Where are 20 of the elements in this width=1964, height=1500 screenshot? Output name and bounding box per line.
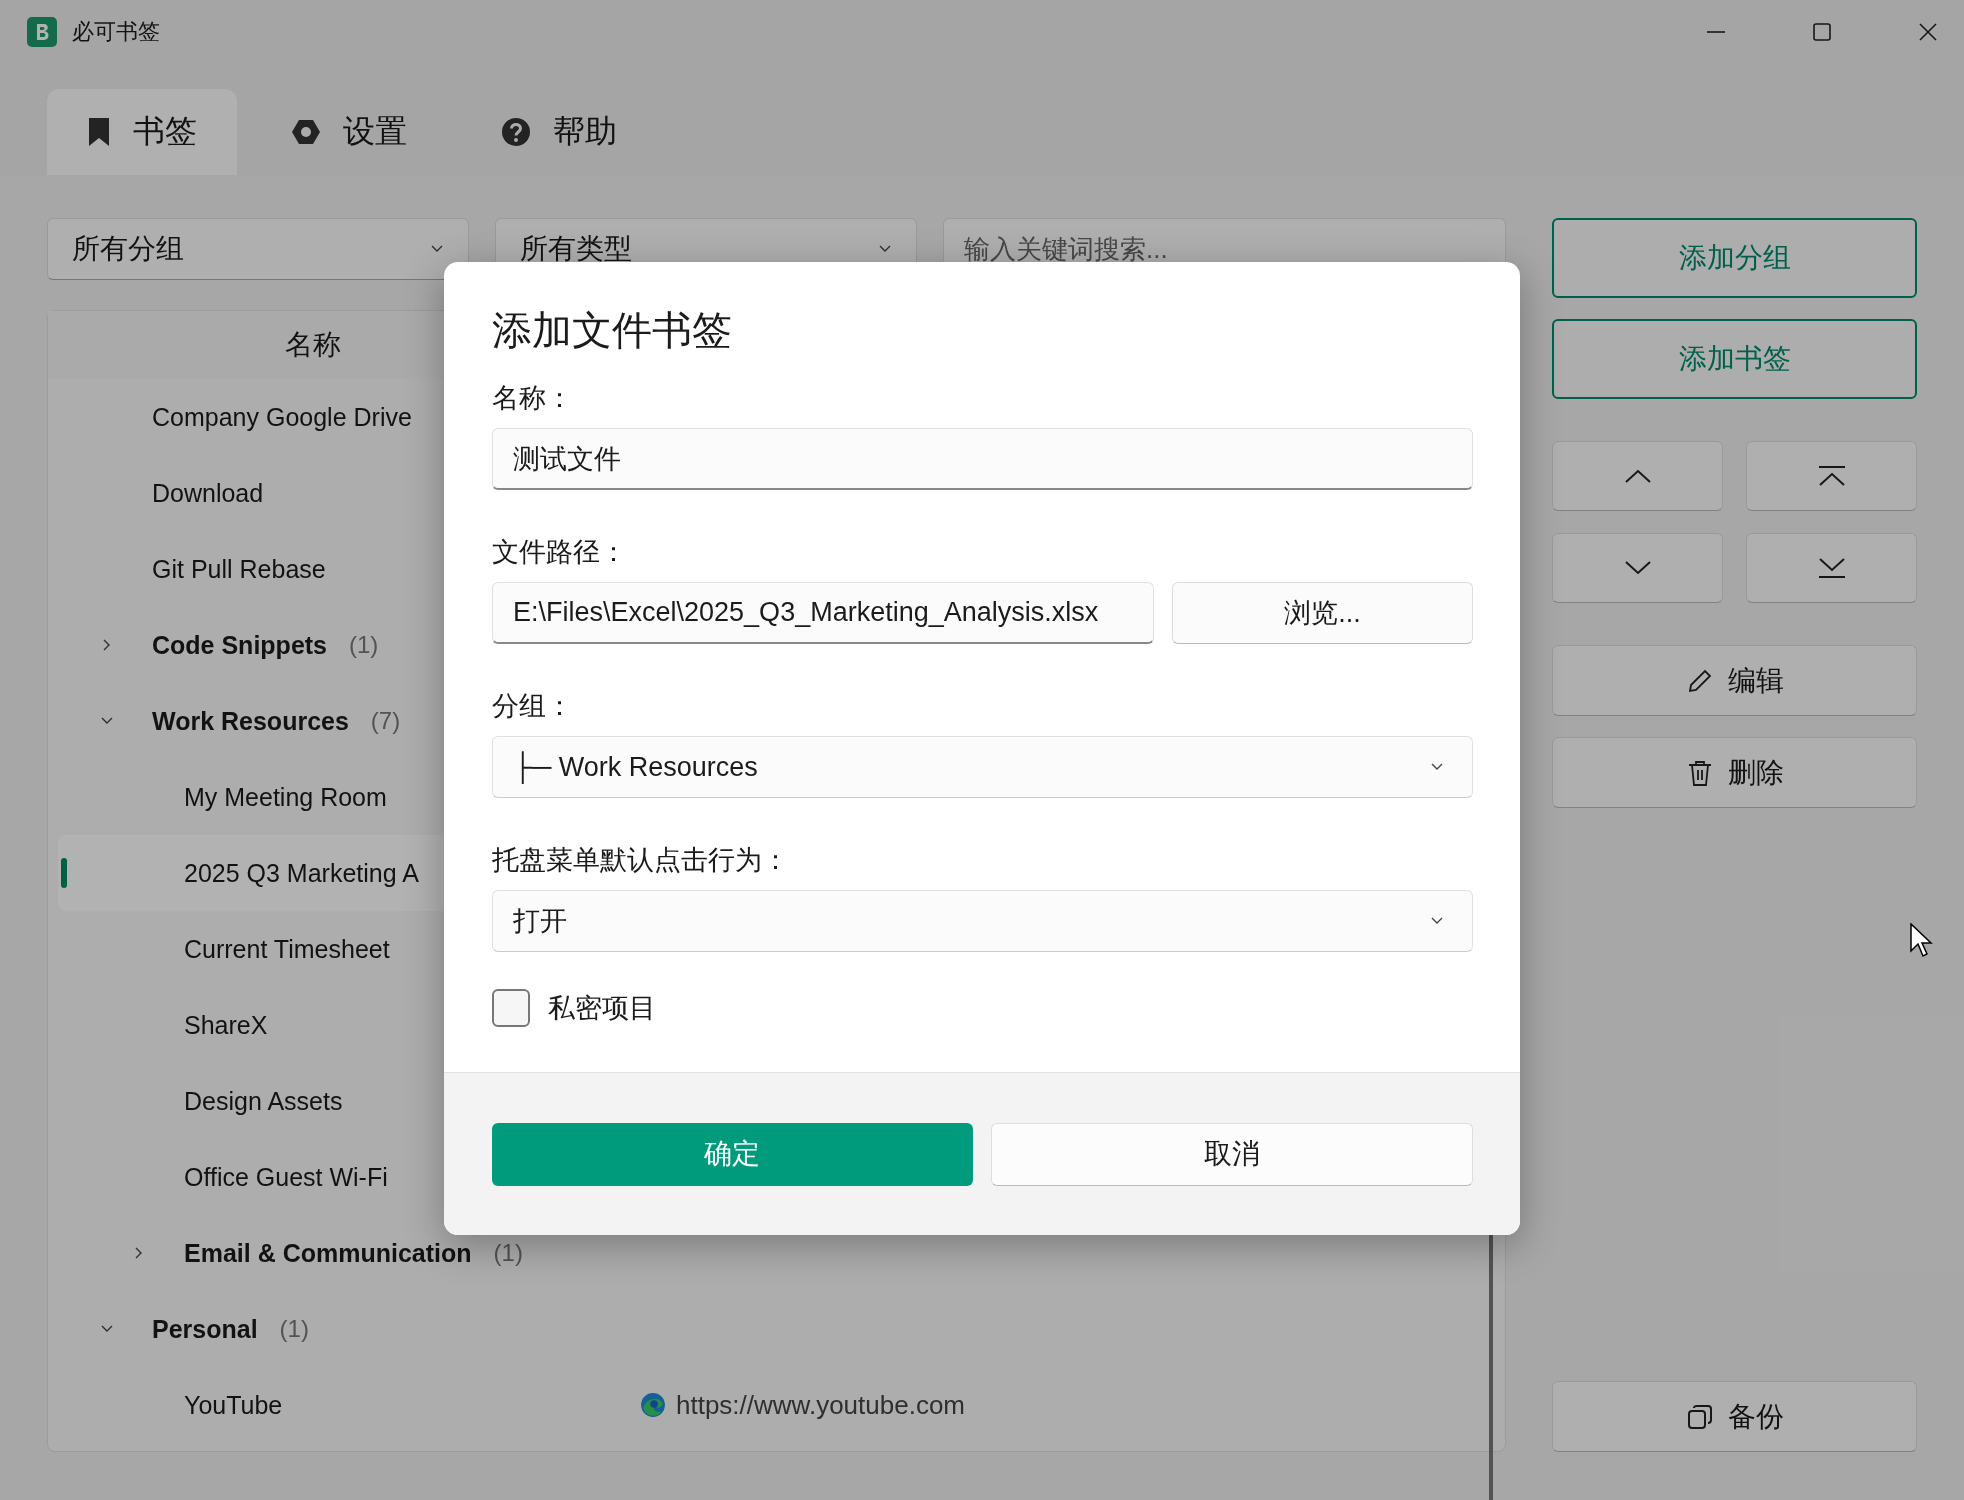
group-name: Code Snippets	[152, 630, 327, 660]
item-count: (7)	[370, 707, 401, 735]
bookmark-name: YouTube	[184, 1390, 283, 1420]
window-title: 必可书签	[72, 18, 160, 46]
field-label: 文件路径：	[492, 536, 628, 569]
checkbox-label: 私密项目	[548, 992, 656, 1025]
group-name: Personal	[152, 1314, 258, 1344]
item-count: (1)	[493, 1239, 523, 1267]
field-label: 分组：	[492, 690, 574, 723]
column-header: 名称	[285, 328, 341, 362]
field-label: 名称：	[492, 382, 574, 415]
dialog-title: 添加文件书签	[492, 310, 733, 350]
item-count: (1)	[349, 631, 379, 659]
bookmark-url: https://www.youtube.com	[676, 1389, 966, 1421]
bookmark-name: 2025 Q3 Marketing A	[184, 858, 419, 888]
field-label: 托盘菜单默认点击行为：	[492, 844, 790, 877]
bookmark-name: Design Assets	[184, 1086, 343, 1116]
group-name: Email & Communication	[184, 1238, 472, 1268]
group-name: Work Resources	[152, 706, 349, 736]
item-count: (1)	[279, 1315, 309, 1343]
